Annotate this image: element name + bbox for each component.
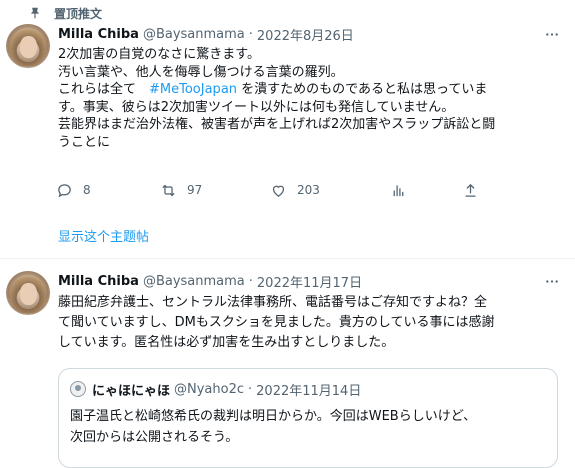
reply-button[interactable]: 8 [56, 182, 91, 199]
author-handle[interactable]: @Baysanmama [143, 27, 245, 42]
tweet-line-rest: を潰すためのものであると私は思っていま [237, 82, 488, 97]
tweet[interactable]: Milla Chiba @Baysanmama · 2022年8月26日 2次加… [0, 0, 575, 258]
like-count: 203 [297, 183, 320, 197]
tweet-line: 藤田紀彦弁護士、セントラル法律事務所、電話番号はご存知ですよね？全 [58, 295, 488, 310]
quoted-text: 園子温氏と松崎悠希氏の裁判は明日からか。今回はWEBらしいけど、 次回からは公開… [70, 406, 476, 448]
tweet-line: しています。匿名性は必ず加害を生み出すとしりました。 [58, 335, 395, 350]
quoted-line: 園子温氏と松崎悠希氏の裁判は明日からか。今回はWEBらしいけど、 [70, 409, 477, 424]
like-icon [272, 185, 285, 197]
author-name[interactable]: Milla Chiba [58, 27, 139, 42]
quoted-date: 2022年11月14日 [256, 383, 362, 399]
tweet-header: Milla Chiba @Baysanmama · 2022年8月26日 [58, 25, 354, 44]
share-icon [465, 183, 476, 197]
retweet-count: 97 [187, 183, 203, 197]
tweet-line: 汚い言葉や、他人を侮辱し傷つける言葉の羅列。 [58, 64, 344, 80]
retweet-icon [162, 184, 175, 196]
retweet-button[interactable]: 97 [160, 182, 202, 199]
tweet-line-start: これらは全て [58, 82, 150, 97]
quoted-line: 次回からは公開されるそう。 [70, 430, 239, 445]
quoted-header: にゃほにゃほ @Nyaho2c · 2022年11月14日 [92, 380, 362, 399]
quoted-author-name: にゃほにゃほ [92, 383, 171, 399]
avatar[interactable] [6, 24, 50, 68]
quoted-avatar [70, 381, 86, 397]
tweet-line: て聞いていますし、DMもスクショを見ました。貴方のしている事には感謝 [58, 315, 495, 330]
tweet-line: うことに [58, 134, 111, 150]
avatar[interactable] [6, 271, 50, 315]
tweet-text: 2次加害の自覚のなさに驚きます。 汚い言葉や、他人を侮辱し傷つける言葉の羅列。 … [58, 46, 563, 151]
tweet-date[interactable]: 2022年11月17日 [257, 272, 362, 291]
quoted-tweet[interactable]: にゃほにゃほ @Nyaho2c · 2022年11月14日 園子温氏と松崎悠希氏… [58, 368, 558, 468]
separator-dot: · [248, 26, 253, 42]
like-button[interactable]: 203 [270, 182, 320, 199]
reply-icon [58, 183, 71, 198]
tweet-header: Milla Chiba @Baysanmama · 2022年11月17日 [58, 272, 362, 291]
tweet-line: す。事実、彼らは2次加害ツイート以外には何も発信していません。 [58, 99, 455, 115]
more-icon[interactable] [543, 272, 561, 290]
tweet-line: これらは全て #MeTooJapan を潰すためのものであると私は思っていま [58, 81, 563, 99]
tweet-line: 芸能界はまだ治外法権、被害者が声を上げれば2次加害やスラップ訴訟と闘 [58, 117, 496, 132]
more-icon[interactable] [543, 25, 561, 43]
separator-dot: · [248, 273, 253, 289]
share-button[interactable] [462, 182, 479, 199]
hashtag-link[interactable]: #MeTooJapan [149, 82, 237, 97]
author-handle[interactable]: @Baysanmama [143, 274, 245, 289]
author-name[interactable]: Milla Chiba [58, 274, 139, 289]
analytics-button[interactable] [390, 182, 407, 199]
reply-count: 8 [83, 183, 91, 197]
show-thread-link[interactable]: 显示这个主题帖 [58, 226, 149, 245]
tweet-text: 藤田紀彦弁護士、セントラル法律事務所、電話番号はご存知ですよね？全 て聞いていま… [58, 293, 563, 353]
quoted-author-handle: @Nyaho2c [174, 381, 245, 397]
tweet-actions: 8 97 203 [48, 180, 488, 200]
analytics-icon [393, 185, 404, 196]
separator-dot: · [248, 381, 253, 397]
tweet-line: 2次加害の自覚のなさに驚きます。 [58, 47, 260, 62]
tweet-date[interactable]: 2022年8月26日 [257, 25, 354, 44]
